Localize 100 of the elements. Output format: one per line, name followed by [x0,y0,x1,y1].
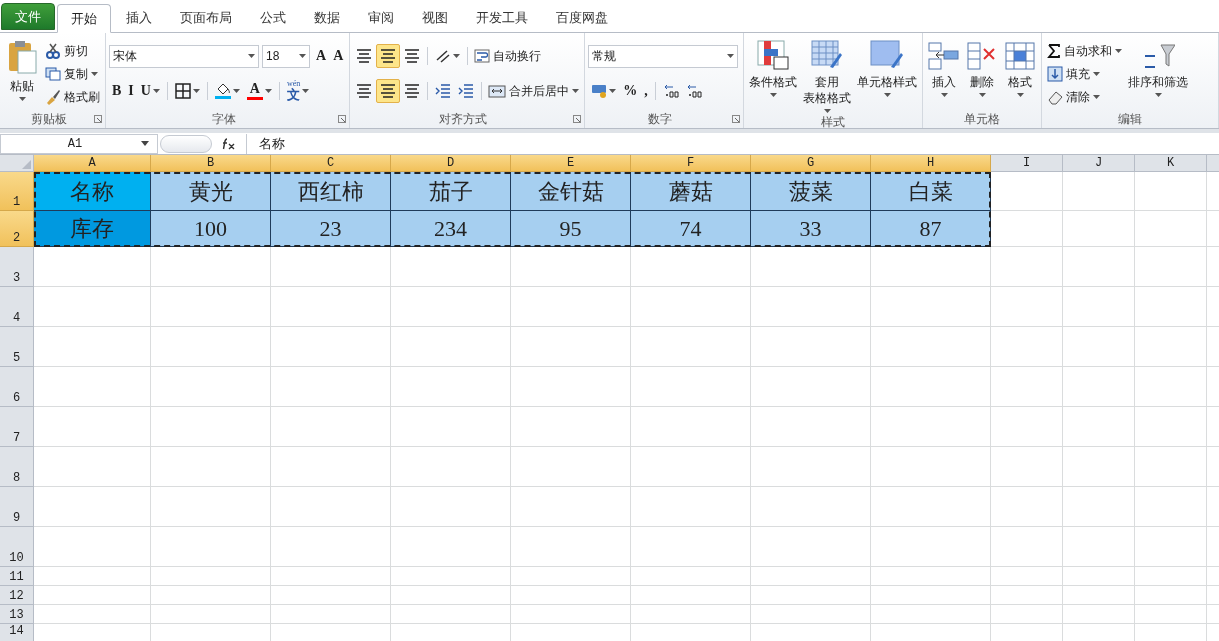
row-header[interactable]: 1 [0,172,34,211]
table-cell[interactable]: 234 [391,211,511,247]
table-cell[interactable] [271,605,391,624]
table-cell[interactable] [511,487,631,527]
table-cell[interactable] [871,487,991,527]
table-cell[interactable]: 菠菜 [751,172,871,211]
row-header[interactable]: 10 [0,527,34,567]
table-cell[interactable] [391,527,511,567]
table-cell[interactable] [1063,586,1135,605]
table-cell[interactable] [1135,527,1207,567]
table-cell[interactable] [271,247,391,287]
toolbar-button[interactable] [376,44,401,69]
table-cell[interactable] [631,247,751,287]
table-cell[interactable] [1063,247,1135,287]
table-cell[interactable] [631,447,751,487]
table-cell[interactable] [511,327,631,367]
table-cell[interactable]: 名称 [34,172,151,211]
table-cell[interactable] [151,447,271,487]
table-cell[interactable] [871,567,991,586]
table-cell[interactable] [1135,407,1207,447]
combo-box[interactable]: 宋体 [109,44,259,68]
table-cell[interactable] [751,327,871,367]
table-cell[interactable] [991,367,1063,407]
ribbon-tab[interactable]: 页面布局 [167,3,245,32]
table-cell[interactable] [1135,287,1207,327]
insert-function-icon[interactable] [222,137,236,150]
row-header[interactable]: 3 [0,247,34,287]
table-cell[interactable] [1063,407,1135,447]
table-cell[interactable] [751,247,871,287]
dialog-launcher-icon[interactable] [573,115,582,123]
table-cell[interactable] [871,287,991,327]
ribbon-button[interactable]: 单元格样式 [855,37,920,113]
ribbon-tab[interactable]: 开发工具 [463,3,541,32]
toolbar-button[interactable]: % [620,78,641,103]
table-cell[interactable] [751,487,871,527]
ribbon-button[interactable]: 条件格式 [747,37,800,113]
table-cell[interactable] [1063,567,1135,586]
row-header[interactable]: 13 [0,605,34,624]
table-cell[interactable] [871,327,991,367]
table-cell[interactable] [1063,287,1135,327]
table-cell[interactable] [391,407,511,447]
formula-input[interactable]: 名称 [246,133,1219,154]
ribbon-button[interactable]: 格式刷 [43,85,102,108]
table-cell[interactable] [151,407,271,447]
table-cell[interactable] [1135,487,1207,527]
table-cell[interactable]: 蘑菇 [631,172,751,211]
toolbar-button[interactable]: B [109,78,125,103]
table-cell[interactable] [151,487,271,527]
toolbar-button[interactable] [376,78,401,103]
table-cell[interactable] [751,605,871,624]
column-header[interactable]: D [391,155,511,172]
table-cell[interactable] [34,567,151,586]
table-cell[interactable] [1063,605,1135,624]
row-header[interactable]: 5 [0,327,34,367]
ribbon-button[interactable]: 删除 [964,37,1001,110]
ribbon-button[interactable]: 自动求和 [1045,39,1125,62]
table-cell[interactable]: 87 [871,211,991,247]
table-cell[interactable] [1135,567,1207,586]
table-cell[interactable] [511,586,631,605]
table-cell[interactable] [391,586,511,605]
toolbar-button[interactable]: U [137,78,163,103]
table-cell[interactable] [151,586,271,605]
table-cell[interactable]: 33 [751,211,871,247]
row-header[interactable]: 4 [0,287,34,327]
table-cell[interactable]: 西红柿 [271,172,391,211]
column-header[interactable]: B [151,155,271,172]
table-cell[interactable] [1135,367,1207,407]
column-header[interactable]: E [511,155,631,172]
table-cell[interactable] [1135,211,1207,247]
table-cell[interactable] [34,287,151,327]
table-cell[interactable]: 74 [631,211,751,247]
file-menu-button[interactable]: 文件 [1,3,55,30]
table-cell[interactable] [1135,586,1207,605]
table-cell[interactable] [631,567,751,586]
table-cell[interactable] [631,605,751,624]
table-cell[interactable] [1063,447,1135,487]
toolbar-button[interactable]: wén 文 [283,78,313,103]
table-cell[interactable] [1063,211,1135,247]
table-cell[interactable]: 白菜 [871,172,991,211]
table-cell[interactable] [271,567,391,586]
column-header[interactable]: C [271,155,391,172]
row-header[interactable]: 8 [0,447,34,487]
table-cell[interactable]: 100 [151,211,271,247]
table-cell[interactable] [391,605,511,624]
table-cell[interactable] [34,527,151,567]
table-cell[interactable]: 95 [511,211,631,247]
table-cell[interactable] [151,527,271,567]
table-cell[interactable] [871,527,991,567]
select-all-button[interactable] [0,155,34,172]
row-header[interactable]: 11 [0,567,34,586]
row-header[interactable]: 12 [0,586,34,605]
table-cell[interactable]: 茄子 [391,172,511,211]
column-header[interactable]: G [751,155,871,172]
table-cell[interactable] [391,327,511,367]
ribbon-button[interactable]: 填充 [1045,62,1103,85]
column-header[interactable]: H [871,155,991,172]
ribbon-tab[interactable]: 公式 [247,3,299,32]
ribbon-tab[interactable]: 百度网盘 [543,3,621,32]
ribbon-button[interactable]: 格式 [1002,37,1039,110]
combo-box[interactable]: 常规 [588,44,739,68]
